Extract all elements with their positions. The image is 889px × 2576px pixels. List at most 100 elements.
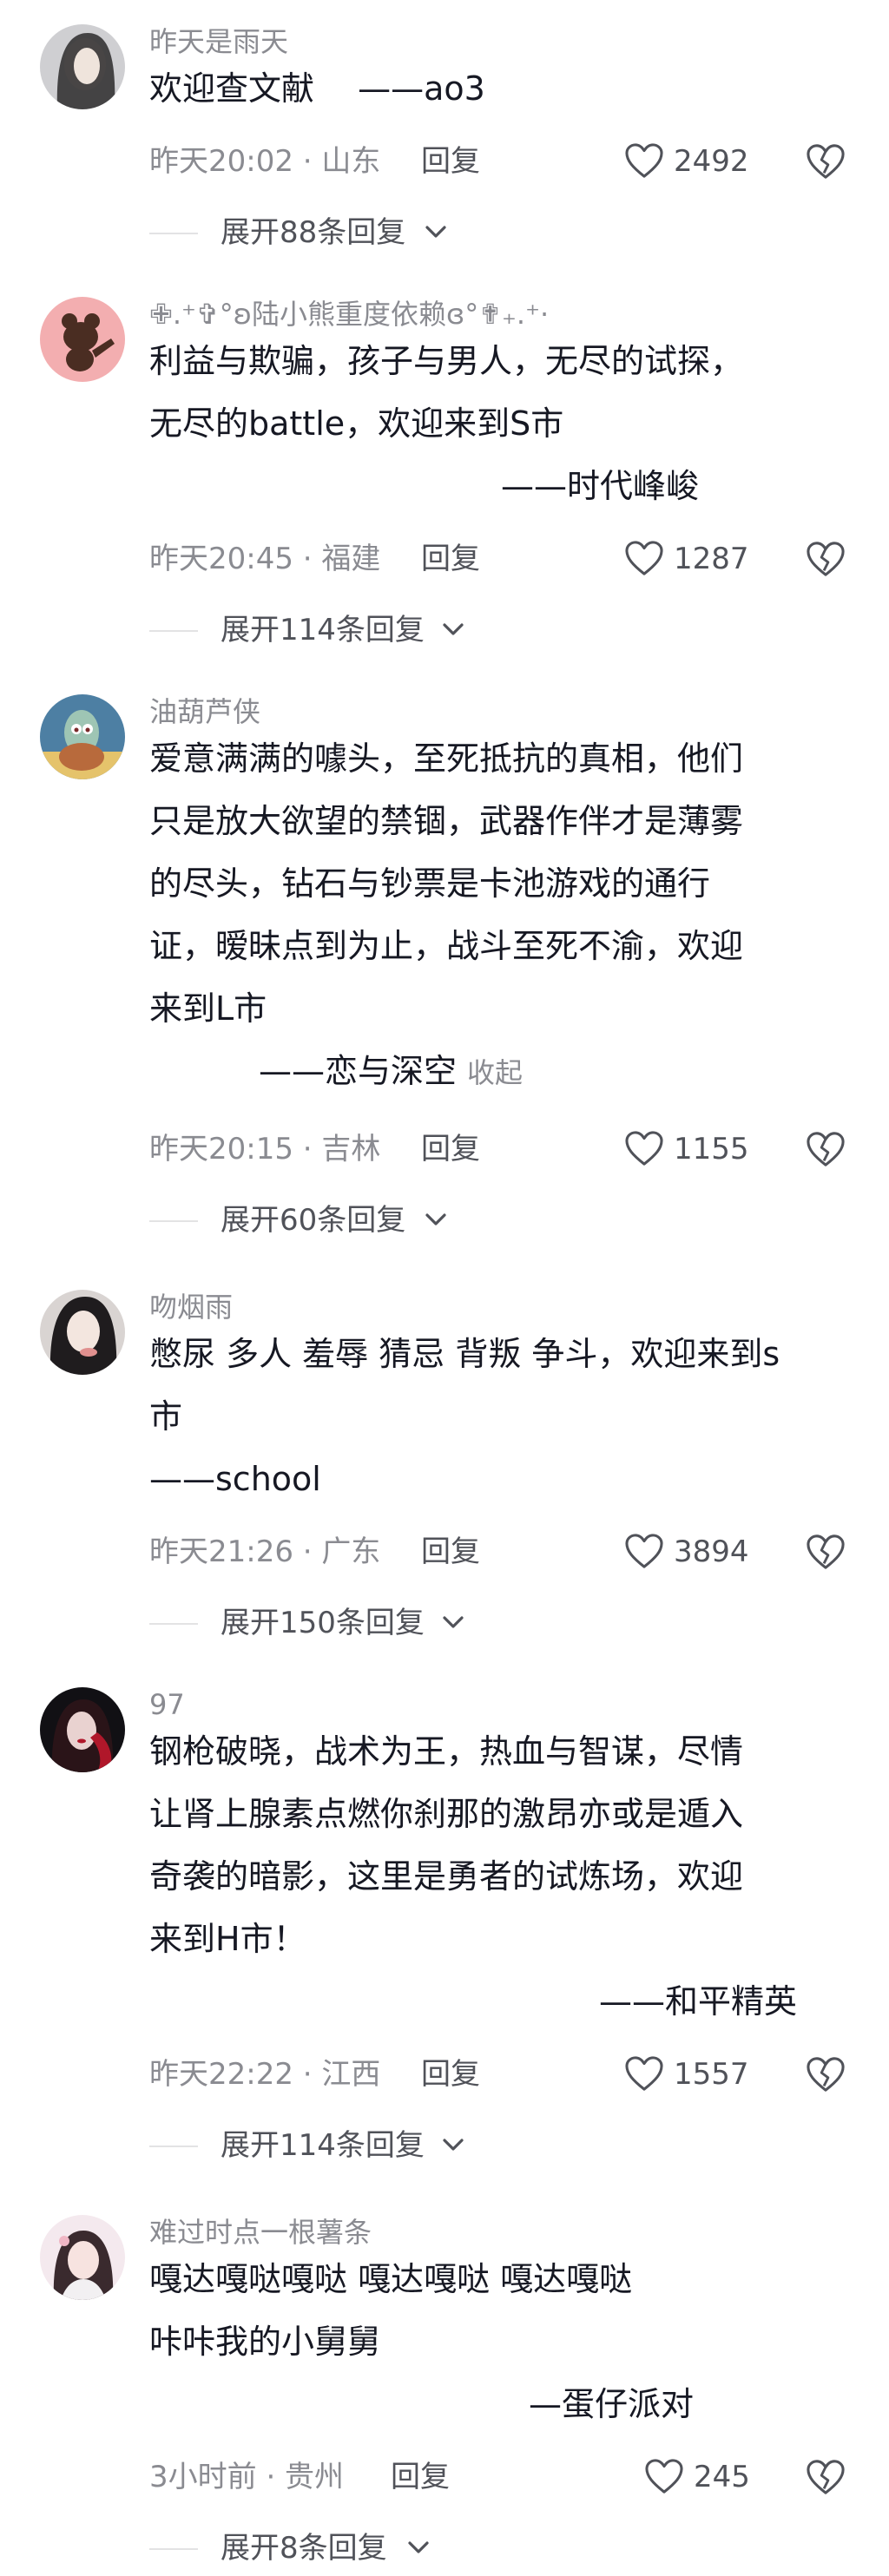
reply-button[interactable]: 回复: [421, 1531, 480, 1573]
comment-signature: ——恋与深空: [259, 1052, 458, 1090]
heart-outline-icon[interactable]: [624, 1130, 664, 1166]
divider: [149, 1623, 198, 1625]
avatar-image: [40, 24, 125, 109]
expand-replies-label: 展开60条回复: [221, 1203, 406, 1238]
divider: [149, 233, 198, 234]
comment-text-line: 的尽头，钻石与钞票是卡池游戏的通行: [149, 864, 711, 903]
collapse-button[interactable]: 收起: [467, 1056, 523, 1089]
reply-button[interactable]: 回复: [421, 141, 480, 182]
expand-replies-label: 展开8条回复: [221, 2531, 387, 2566]
comment-text-line: 只是放大欲望的禁锢，武器作伴才是薄雾: [149, 802, 744, 840]
chevron-down-icon: [425, 1213, 446, 1226]
comment-text: 爱意满满的噱头，至死抵抗的真相，他们 只是放大欲望的禁锢，武器作伴才是薄雾 的尽…: [149, 727, 844, 1102]
avatar[interactable]: [40, 1687, 125, 1772]
comment-text-line-with-collapse: ——恋与深空 收起: [149, 1040, 844, 1102]
comment-text-line: —蛋仔派对: [529, 2385, 695, 2423]
broken-heart-outline-icon[interactable]: [806, 540, 846, 578]
heart-outline-icon[interactable]: [624, 2055, 664, 2092]
comment-text-line: 证，暧昧点到为止，战斗至死不渝，欢迎: [149, 927, 744, 965]
comment-text-line: 咔咔我的小舅舅: [149, 2323, 381, 2361]
comment-time-location: 昨天20:15 · 吉林: [149, 1132, 381, 1166]
comment-meta: 昨天20:15 · 吉林 回复 1155: [149, 1128, 861, 1170]
comment-time-location: 昨天20:45 · 福建: [149, 542, 381, 576]
divider: [149, 2146, 198, 2147]
like-count: 245: [694, 2460, 750, 2494]
comment-text-line: 市: [149, 1397, 183, 1436]
reply-button[interactable]: 回复: [421, 538, 480, 580]
comment-meta: 昨天20:45 · 福建 回复 1287: [149, 538, 861, 580]
expand-replies-label: 展开88条回复: [221, 215, 406, 250]
heart-outline-icon[interactable]: [624, 142, 664, 179]
avatar-image: [40, 1290, 125, 1375]
comment-text-line: 利益与欺骗，孩子与男人，无尽的试探，: [149, 342, 744, 380]
broken-heart-outline-icon[interactable]: [806, 1533, 846, 1571]
comment-meta: 昨天21:26 · 广东 回复 3894: [149, 1531, 861, 1573]
heart-outline-icon[interactable]: [644, 2458, 684, 2494]
like-count: 1155: [674, 1132, 749, 1166]
broken-heart-outline-icon[interactable]: [806, 1130, 846, 1168]
like-count: 1557: [674, 2057, 749, 2092]
comment-time-location: 昨天20:02 · 山东: [149, 144, 381, 179]
comment-text: 欢迎查文献 ——ao3: [149, 57, 844, 120]
comment-text: 憋尿 多人 羞辱 猜忌 背叛 争斗，欢迎来到s 市 ——school: [149, 1323, 844, 1510]
chevron-down-icon: [408, 2541, 429, 2553]
comment-text-line: ——和平精英: [599, 1982, 798, 2021]
chevron-down-icon: [443, 2139, 464, 2151]
broken-heart-outline-icon[interactable]: [806, 2458, 846, 2496]
reply-button[interactable]: 回复: [421, 2054, 480, 2095]
avatar[interactable]: [40, 2215, 125, 2300]
comment-text-line: 钢枪破晓，战术为王，热血与智谋，尽情: [149, 1732, 744, 1771]
broken-heart-outline-icon[interactable]: [806, 2055, 846, 2093]
comment-meta: 昨天22:22 · 江西 回复 1557: [149, 2054, 861, 2095]
comment-time-location: 3小时前 · 贵州: [149, 2460, 345, 2494]
comment-username[interactable]: 昨天是雨天: [149, 24, 288, 59]
chevron-down-icon: [443, 1616, 464, 1628]
comment-text-line: 爱意满满的噱头，至死抵抗的真相，他们: [149, 739, 744, 778]
comment-text-line: 无尽的battle，欢迎来到S市: [149, 404, 564, 443]
expand-replies-label: 展开114条回复: [221, 613, 425, 647]
comment-text-line: 让肾上腺素点燃你刹那的激昂亦或是遁入: [149, 1795, 744, 1833]
comment-username[interactable]: 难过时点一根薯条: [149, 2215, 372, 2250]
broken-heart-outline-icon[interactable]: [806, 142, 846, 181]
comment-time-location: 昨天22:22 · 江西: [149, 2057, 381, 2092]
expand-replies-label: 展开114条回复: [221, 2128, 425, 2163]
comment-text: 钢枪破晓，战术为王，热血与智谋，尽情 让肾上腺素点燃你刹那的激昂亦或是遁入 奇袭…: [149, 1720, 844, 2033]
comment-text-line: 来到H市！: [149, 1920, 306, 1958]
avatar[interactable]: [40, 694, 125, 779]
comment-time-location: 昨天21:26 · 广东: [149, 1534, 381, 1569]
comment-username[interactable]: ✙.⁺✞°ʚ陆小熊重度依赖ɞ°✟₊.⁺·: [149, 297, 549, 332]
comment-text-line: 嘎达嘎哒嘎哒 嘎达嘎哒 嘎达嘎哒: [149, 2260, 633, 2298]
comment-text-line: 奇袭的暗影，这里是勇者的试炼场，欢迎: [149, 1857, 744, 1896]
heart-outline-icon[interactable]: [624, 1533, 664, 1569]
chevron-down-icon: [443, 623, 464, 635]
chevron-down-icon: [425, 226, 446, 238]
comment-text-line: ——时代峰峻: [501, 467, 700, 505]
avatar[interactable]: [40, 297, 125, 382]
comment-text: 嘎达嘎哒嘎哒 嘎达嘎哒 嘎达嘎哒 咔咔我的小舅舅 —蛋仔派对: [149, 2248, 844, 2435]
avatar[interactable]: [40, 1290, 125, 1375]
divider: [149, 1220, 198, 1222]
divider: [149, 630, 198, 632]
comment-text-line: 憋尿 多人 羞辱 猜忌 背叛 争斗，欢迎来到s: [149, 1335, 780, 1373]
avatar-image: [40, 2215, 125, 2300]
heart-outline-icon[interactable]: [624, 540, 664, 576]
divider: [149, 2548, 198, 2550]
comment-list: 昨天是雨天 欢迎查文献 ——ao3 昨天20:02 · 山东 回复 2492 展…: [0, 0, 889, 2576]
comment-text-line: 欢迎查文献 ——ao3: [149, 69, 485, 108]
comment-meta: 3小时前 · 贵州 回复 245: [149, 2456, 861, 2498]
avatar-image: [40, 694, 125, 779]
comment-text: 利益与欺骗，孩子与男人，无尽的试探， 无尽的battle，欢迎来到S市 ——时代…: [149, 330, 844, 517]
comment-text-line: 来到L市: [149, 989, 267, 1028]
like-count: 3894: [674, 1534, 749, 1569]
like-count: 2492: [674, 144, 749, 179]
avatar[interactable]: [40, 24, 125, 109]
comment-username[interactable]: 吻烟雨: [149, 1290, 233, 1324]
like-count: 1287: [674, 542, 749, 576]
comment-text-line: ——school: [149, 1460, 321, 1498]
avatar-image: [40, 1687, 125, 1772]
reply-button[interactable]: 回复: [421, 1128, 480, 1170]
comment-username[interactable]: 油葫芦侠: [149, 694, 260, 729]
reply-button[interactable]: 回复: [391, 2456, 450, 2498]
comment-username[interactable]: 97: [149, 1687, 185, 1722]
expand-replies-label: 展开150条回复: [221, 1606, 425, 1640]
